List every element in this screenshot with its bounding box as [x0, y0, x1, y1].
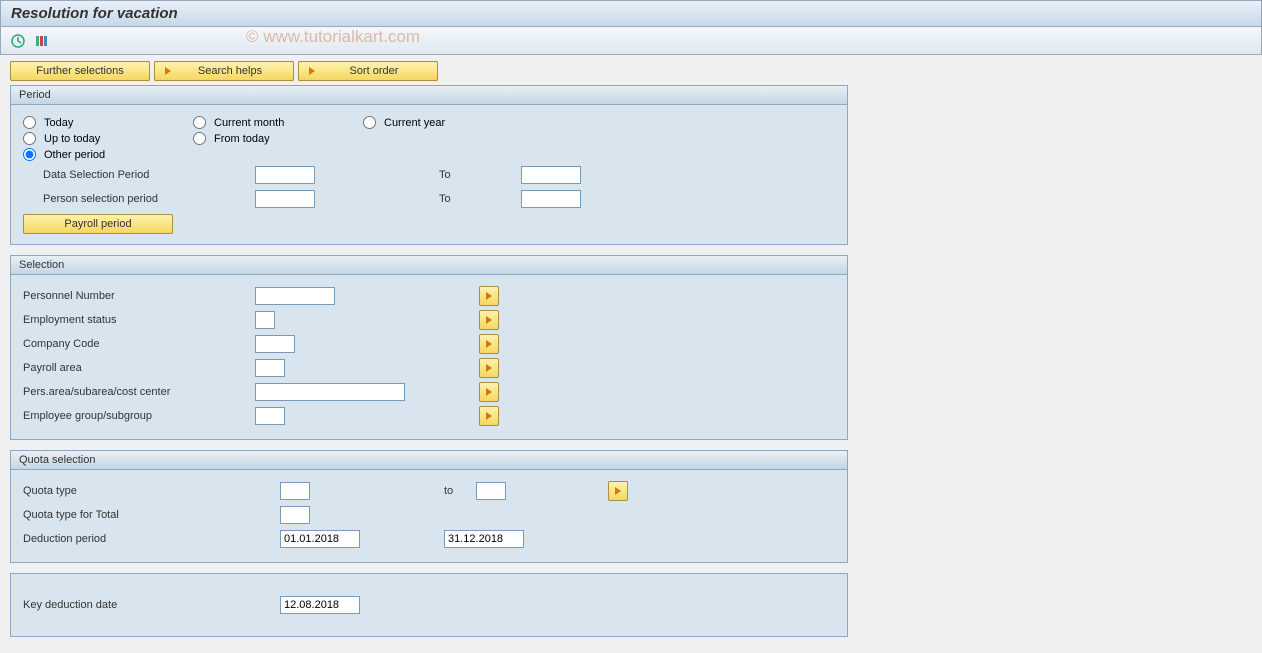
execute-icon[interactable]	[9, 32, 27, 50]
company-code-label: Company Code	[23, 338, 253, 350]
arrow-right-icon	[309, 67, 315, 75]
quota-group: Quota selection Quota type to Quota type…	[10, 450, 848, 563]
quota-type-total-row: Quota type for Total	[23, 504, 835, 526]
person-selection-label: Person selection period	[23, 193, 253, 205]
arrow-right-icon	[165, 67, 171, 75]
arrow-right-icon	[486, 292, 492, 300]
to-label-2: To	[419, 193, 519, 205]
sort-order-button[interactable]: Sort order	[298, 61, 438, 81]
quota-to-label: to	[444, 485, 453, 497]
key-deduction-label: Key deduction date	[23, 599, 278, 611]
variant-icon[interactable]	[33, 32, 51, 50]
search-helps-button[interactable]: Search helps	[154, 61, 294, 81]
quota-title: Quota selection	[11, 451, 847, 470]
radio-current-year[interactable]: Current year	[363, 116, 533, 129]
radio-current-month-label: Current month	[214, 117, 284, 129]
period-radio-row-2: Up to today From today	[23, 132, 835, 145]
radio-up-to-today[interactable]: Up to today	[23, 132, 193, 145]
arrow-right-icon	[486, 388, 492, 396]
personnel-number-input[interactable]	[255, 287, 335, 305]
key-deduction-row: Key deduction date	[23, 594, 835, 616]
quota-type-input[interactable]	[280, 482, 310, 500]
employment-status-input[interactable]	[255, 311, 275, 329]
data-selection-from-input[interactable]	[255, 166, 315, 184]
company-code-input[interactable]	[255, 335, 295, 353]
payroll-area-row: Payroll area	[23, 357, 835, 379]
watermark: © www.tutorialkart.com	[246, 27, 420, 47]
deduction-period-label: Deduction period	[23, 533, 278, 545]
multi-select-button[interactable]	[479, 334, 499, 354]
quota-type-total-input[interactable]	[280, 506, 310, 524]
quota-type-total-label: Quota type for Total	[23, 509, 278, 521]
radio-current-year-label: Current year	[384, 117, 445, 129]
selection-toolbar: Further selections Search helps Sort ord…	[10, 61, 1252, 81]
deduction-period-row: Deduction period	[23, 528, 835, 550]
app-toolbar: © www.tutorialkart.com	[0, 27, 1262, 55]
deduction-from-input[interactable]	[280, 530, 360, 548]
radio-today[interactable]: Today	[23, 116, 193, 129]
emp-group-row: Employee group/subgroup	[23, 405, 835, 427]
person-selection-from-input[interactable]	[255, 190, 315, 208]
quota-type-to-input[interactable]	[476, 482, 506, 500]
pers-area-input[interactable]	[255, 383, 405, 401]
radio-from-today-label: From today	[214, 133, 270, 145]
quota-type-label: Quota type	[23, 485, 278, 497]
multi-select-button[interactable]	[479, 358, 499, 378]
to-label: To	[419, 169, 519, 181]
search-helps-label: Search helps	[177, 65, 283, 77]
payroll-period-button[interactable]: Payroll period	[23, 214, 173, 234]
key-deduction-group: Key deduction date	[10, 573, 848, 637]
multi-select-button[interactable]	[608, 481, 628, 501]
pers-area-row: Pers.area/subarea/cost center	[23, 381, 835, 403]
arrow-right-icon	[486, 316, 492, 324]
data-selection-to-input[interactable]	[521, 166, 581, 184]
multi-select-button[interactable]	[479, 310, 499, 330]
arrow-right-icon	[615, 487, 621, 495]
radio-other-period[interactable]: Other period	[23, 148, 193, 161]
data-selection-row: Data Selection Period To	[23, 164, 835, 186]
period-radio-row-1: Today Current month Current year	[23, 116, 835, 129]
arrow-right-icon	[486, 340, 492, 348]
company-code-row: Company Code	[23, 333, 835, 355]
payroll-area-input[interactable]	[255, 359, 285, 377]
radio-up-to-today-label: Up to today	[44, 133, 100, 145]
person-selection-row: Person selection period To	[23, 188, 835, 210]
arrow-right-icon	[486, 364, 492, 372]
multi-select-button[interactable]	[479, 406, 499, 426]
page-title: Resolution for vacation	[0, 0, 1262, 27]
radio-from-today[interactable]: From today	[193, 132, 363, 145]
personnel-number-label: Personnel Number	[23, 290, 253, 302]
period-title: Period	[11, 86, 847, 105]
multi-select-button[interactable]	[479, 286, 499, 306]
deduction-to-input[interactable]	[444, 530, 524, 548]
payroll-area-label: Payroll area	[23, 362, 253, 374]
period-radio-row-3: Other period	[23, 148, 835, 161]
arrow-right-icon	[486, 412, 492, 420]
pers-area-label: Pers.area/subarea/cost center	[23, 386, 253, 398]
multi-select-button[interactable]	[479, 382, 499, 402]
radio-today-label: Today	[44, 117, 73, 129]
employment-status-row: Employment status	[23, 309, 835, 331]
further-selections-button[interactable]: Further selections	[10, 61, 150, 81]
data-selection-label: Data Selection Period	[23, 169, 253, 181]
emp-group-input[interactable]	[255, 407, 285, 425]
person-selection-to-input[interactable]	[521, 190, 581, 208]
personnel-number-row: Personnel Number	[23, 285, 835, 307]
period-group: Period Today Current month Current year …	[10, 85, 848, 245]
sort-order-label: Sort order	[321, 65, 427, 77]
selection-group: Selection Personnel Number Employment st…	[10, 255, 848, 440]
radio-current-month[interactable]: Current month	[193, 116, 363, 129]
employment-status-label: Employment status	[23, 314, 253, 326]
emp-group-label: Employee group/subgroup	[23, 410, 253, 422]
quota-type-row: Quota type to	[23, 480, 835, 502]
selection-title: Selection	[11, 256, 847, 275]
radio-other-period-label: Other period	[44, 149, 105, 161]
key-deduction-input[interactable]	[280, 596, 360, 614]
